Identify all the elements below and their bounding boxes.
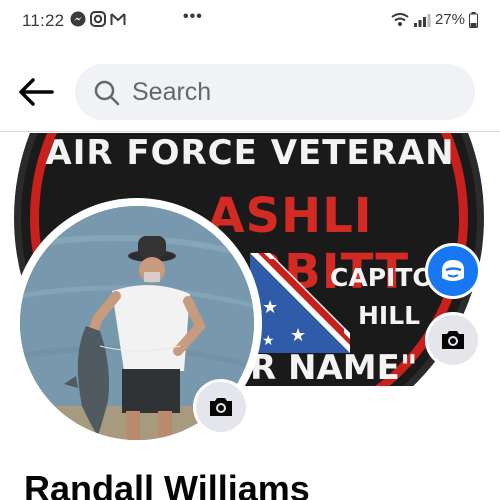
messenger-icon — [70, 11, 86, 27]
patch-text-hill: HILL — [358, 301, 421, 330]
avatar-face-icon — [441, 260, 465, 281]
search-placeholder: Search — [132, 78, 212, 106]
wifi-icon — [391, 12, 409, 26]
battery-percent: 27% — [434, 11, 465, 28]
search-icon — [94, 80, 120, 106]
profile-name: Randall Williams — [24, 468, 310, 500]
status-right: 27% — [391, 11, 478, 28]
notification-icons — [70, 11, 126, 27]
more-notifications-icon: ••• — [183, 8, 203, 25]
avatar-button[interactable] — [425, 243, 481, 299]
camera-icon — [210, 398, 232, 416]
status-bar: 11:22 ••• 27% — [0, 0, 500, 40]
camera-icon — [442, 331, 464, 349]
top-bar: Search — [0, 52, 500, 132]
gmail-icon — [110, 13, 126, 25]
battery-icon — [469, 11, 478, 28]
patch-text-bottom: R NAME" — [250, 348, 418, 386]
signal-icon — [413, 13, 431, 27]
back-button[interactable] — [16, 72, 56, 112]
svg-text:★: ★ — [262, 333, 275, 349]
edit-profile-photo-button[interactable] — [193, 379, 249, 435]
patch-text-top: AIR FORCE VETERAN — [45, 133, 455, 173]
instagram-icon — [90, 11, 106, 27]
status-time: 11:22 — [22, 11, 65, 30]
svg-text:★: ★ — [290, 325, 306, 346]
search-input[interactable]: Search — [75, 64, 475, 120]
back-arrow-icon — [19, 78, 54, 106]
edit-cover-photo-button[interactable] — [425, 312, 481, 368]
svg-text:★: ★ — [262, 297, 278, 318]
